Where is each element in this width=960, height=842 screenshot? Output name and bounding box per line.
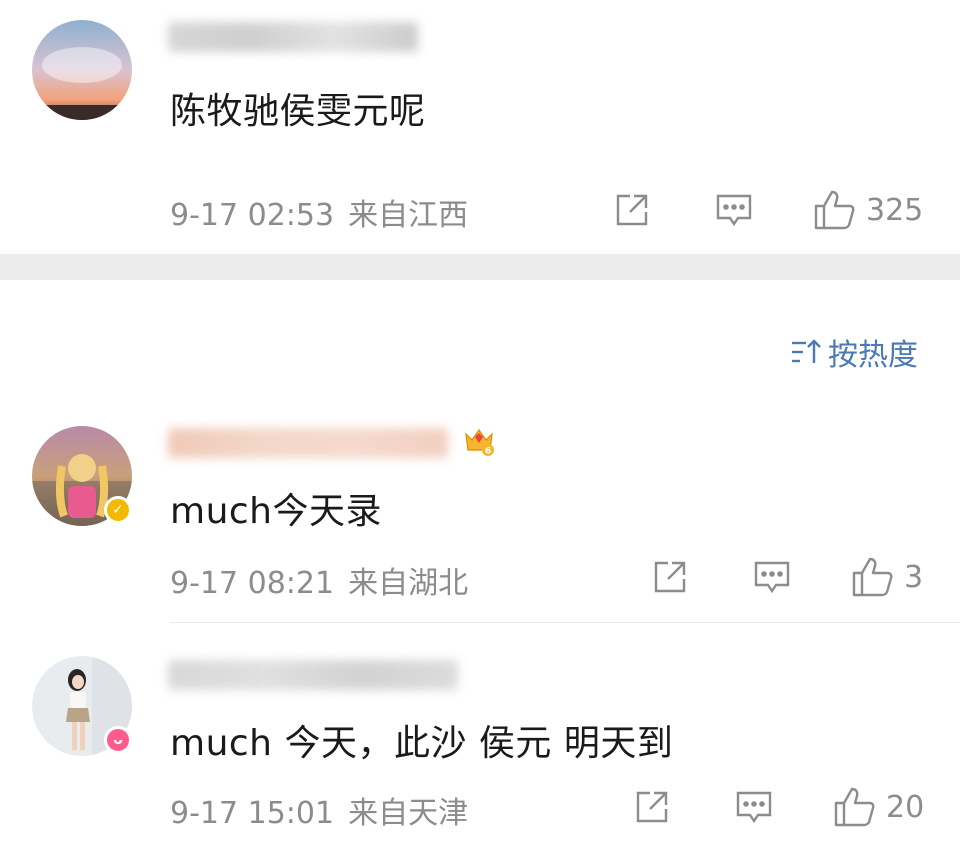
comment-meta: 9-17 02:53 来自江西 <box>170 190 468 234</box>
share-button[interactable] <box>632 787 672 827</box>
avatar[interactable] <box>32 20 132 120</box>
comment-meta: 9-17 08:21 来自湖北 <box>170 558 468 602</box>
reply-button[interactable] <box>734 787 774 827</box>
like-count: 3 <box>904 559 924 595</box>
comment-icon <box>736 791 772 824</box>
thumbs-up-icon <box>852 557 893 597</box>
like-count: 20 <box>886 789 925 825</box>
verified-badge: ✓ <box>104 496 132 524</box>
member-badge: ᴗ <box>104 726 132 754</box>
sort-label: 按热度 <box>828 338 918 373</box>
share-icon <box>616 194 648 226</box>
comment-text: 陈牧驰侯雯元呢 <box>170 91 426 132</box>
comment-text: much今天录 <box>170 491 382 532</box>
comment-location: 来自天津 <box>348 796 469 831</box>
svg-text:6: 6 <box>485 447 491 457</box>
sort-icon <box>792 339 821 363</box>
section-separator <box>0 254 960 280</box>
reply-button[interactable] <box>752 557 792 597</box>
comment-icon <box>716 194 752 227</box>
share-button[interactable] <box>650 557 690 597</box>
vip-crown-badge: 6 <box>462 424 496 458</box>
like-count: 325 <box>866 192 924 228</box>
username-redacted[interactable] <box>168 22 418 52</box>
comment-icon <box>754 561 790 594</box>
like-button[interactable]: 3 <box>850 555 923 599</box>
comment-time: 9-17 15:01 <box>170 796 335 831</box>
share-button[interactable] <box>612 190 652 230</box>
reply-button[interactable] <box>714 190 754 230</box>
username-redacted[interactable] <box>168 428 448 458</box>
comment-text: much 今天，此沙 侯元 明天到 <box>170 723 674 764</box>
username-redacted[interactable] <box>168 660 458 690</box>
like-button[interactable]: 20 <box>832 785 924 829</box>
comment-location: 来自湖北 <box>348 566 469 601</box>
thumbs-up-icon <box>834 787 875 827</box>
thumbs-up-icon <box>814 190 855 230</box>
share-icon <box>654 561 686 593</box>
comment-divider <box>170 622 960 623</box>
share-icon <box>636 791 668 823</box>
comment-location: 来自江西 <box>348 198 469 233</box>
comment-time: 9-17 08:21 <box>170 566 335 601</box>
like-button[interactable]: 325 <box>812 188 923 232</box>
comment-time: 9-17 02:53 <box>170 198 335 233</box>
comment-meta: 9-17 15:01 来自天津 <box>170 788 468 832</box>
sort-by-hot-button[interactable]: 按热度 <box>790 330 918 374</box>
